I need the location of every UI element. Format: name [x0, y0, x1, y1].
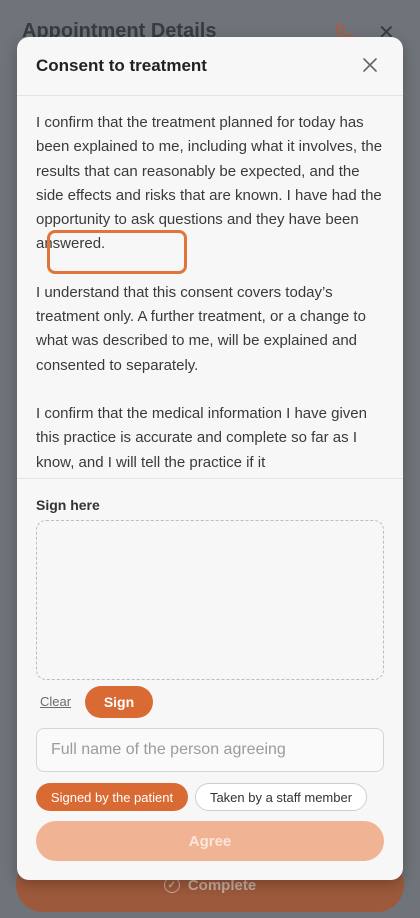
divider — [17, 478, 403, 479]
signature-label: Sign here — [36, 497, 100, 513]
consent-text: I confirm that the treatment planned for… — [36, 111, 386, 479]
full-name-input[interactable] — [36, 728, 384, 772]
consent-paragraph: I confirm that the medical information I… — [36, 404, 367, 471]
taken-by-staff-chip[interactable]: Taken by a staff member — [195, 783, 367, 811]
modal-header: Consent to treatment — [17, 37, 403, 96]
agree-button[interactable]: Agree — [36, 821, 384, 861]
signed-by-patient-chip[interactable]: Signed by the patient — [36, 783, 188, 811]
clear-signature-link[interactable]: Clear — [40, 694, 71, 709]
consent-paragraph: I understand that this consent covers to… — [36, 283, 366, 374]
signature-pad[interactable] — [36, 520, 384, 680]
sign-button[interactable]: Sign — [85, 686, 153, 718]
consent-modal: Consent to treatment I confirm that the … — [17, 37, 403, 880]
modal-title: Consent to treatment — [36, 56, 207, 75]
text-highlight-box — [47, 230, 187, 274]
close-icon[interactable] — [362, 57, 378, 73]
